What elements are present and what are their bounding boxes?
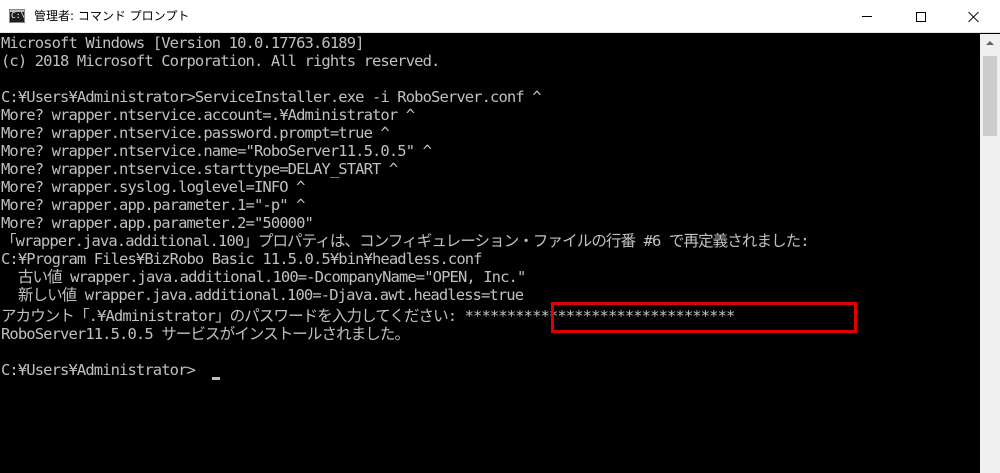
- console-line: More? wrapper.syslog.loglevel=INFO ^: [1, 178, 305, 196]
- chevron-up-icon: [986, 41, 994, 45]
- console-line: (c) 2018 Microsoft Corporation. All righ…: [1, 52, 440, 70]
- console-line: Microsoft Windows [Version 10.0.17763.61…: [1, 34, 364, 52]
- minimize-icon: [862, 16, 872, 17]
- console-output[interactable]: Microsoft Windows [Version 10.0.17763.61…: [0, 34, 980, 473]
- maximize-icon: [916, 11, 926, 22]
- window-title: 管理者: コマンド プロンプト: [34, 9, 190, 23]
- scroll-thumb[interactable]: [983, 56, 997, 136]
- scroll-up-button[interactable]: [980, 34, 1000, 52]
- console-line: More? wrapper.ntservice.account=.¥Admini…: [1, 106, 415, 124]
- console-line: More? wrapper.app.parameter.2="50000": [1, 214, 314, 232]
- title-bar[interactable]: C:\ 管理者: コマンド プロンプト: [0, 0, 1000, 33]
- password-highlight-box: [551, 302, 857, 333]
- console-line: C:¥Program Files¥BizRobo Basic 11.5.0.5¥…: [1, 250, 483, 268]
- console-app-icon[interactable]: C:\: [9, 9, 25, 23]
- console-line: C:¥Users¥Administrator>ServiceInstaller.…: [1, 88, 542, 106]
- console-prompt: C:¥Users¥Administrator>: [1, 361, 196, 379]
- minimize-button[interactable]: [844, 0, 890, 33]
- console-line: 新しい値 wrapper.java.additional.100=-Djava.…: [1, 286, 524, 304]
- console-line: More? wrapper.app.parameter.1="-p" ^: [1, 196, 305, 214]
- console-line: More? wrapper.ntservice.name="RoboServer…: [1, 142, 432, 160]
- console-line: 「wrapper.java.additional.100」プロパティは、コンフィ…: [1, 232, 810, 250]
- vertical-scrollbar[interactable]: [980, 34, 1000, 473]
- console-line: More? wrapper.ntservice.password.prompt=…: [1, 124, 390, 142]
- close-button[interactable]: [948, 0, 1000, 33]
- console-line: RoboServer11.5.0.5 サービスがインストールされました。: [1, 325, 410, 343]
- text-cursor: [212, 377, 220, 380]
- console-line: More? wrapper.ntservice.starttype=DELAY_…: [1, 160, 398, 178]
- close-icon: [968, 11, 980, 23]
- command-prompt-window: C:\ 管理者: コマンド プロンプト Microsoft Windows [V…: [0, 0, 1000, 473]
- console-line: 古い値 wrapper.java.additional.100=-Dcompan…: [1, 268, 526, 286]
- maximize-button[interactable]: [898, 0, 944, 33]
